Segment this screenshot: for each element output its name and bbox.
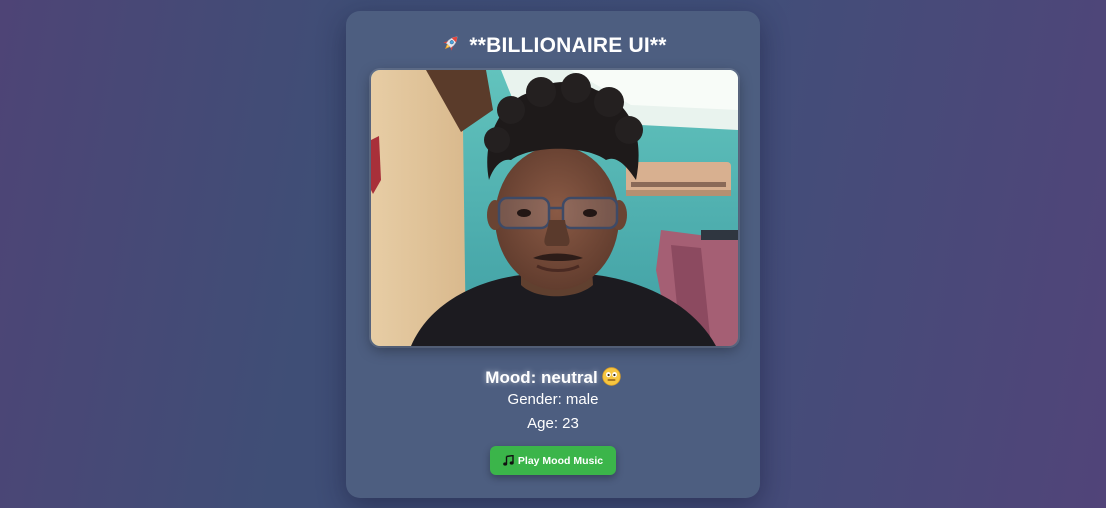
play-mood-music-button[interactable]: Play Mood Music: [490, 446, 616, 475]
rocket-icon: [439, 33, 461, 61]
mood-card: **BILLIONAIRE UI** Mood: neutral Gender:…: [346, 11, 760, 498]
app-title-row: **BILLIONAIRE UI**: [346, 33, 760, 61]
neutral-face-emoji-icon: [601, 367, 621, 391]
mood-text: Mood: neutral: [485, 368, 598, 387]
gender-label: Gender: male: [507, 391, 599, 408]
mood-label: Mood: neutral: [346, 367, 760, 391]
age-label: Age: 23: [527, 415, 579, 432]
webcam-feed: [371, 70, 738, 346]
play-mood-music-label: Play Mood Music: [517, 454, 604, 467]
music-note-icon: [503, 454, 514, 466]
app-title: **BILLIONAIRE UI**: [469, 34, 667, 57]
